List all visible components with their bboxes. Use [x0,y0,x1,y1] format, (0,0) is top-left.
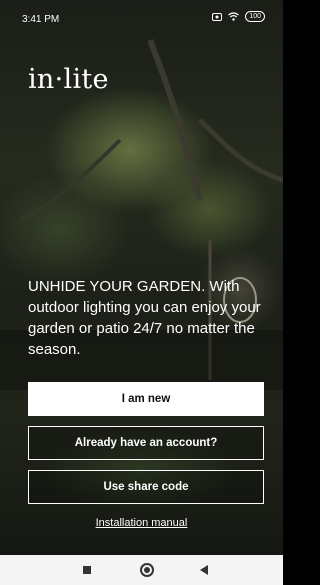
system-nav-bar [0,555,283,585]
existing-account-button[interactable]: Already have an account? [28,426,264,460]
status-icons: 100 [212,11,265,22]
i-am-new-button[interactable]: I am new [28,382,264,416]
battery-icon: 100 [245,11,265,22]
tagline-text: UNHIDE YOUR GARDEN. With outdoor lightin… [28,278,261,358]
back-icon[interactable] [200,565,208,575]
share-code-button[interactable]: Use share code [28,470,264,504]
installation-manual-link[interactable]: Installation manual [0,517,283,529]
brand-logo: in·lite [28,64,109,95]
home-icon[interactable] [140,563,154,577]
status-bar: 3:41 PM 100 [0,0,283,28]
screen-record-icon [212,12,223,21]
recent-apps-icon[interactable] [83,566,91,574]
wifi-icon [228,12,240,21]
login-screen: 3:41 PM 100 in·lite UNHIDE YOUR GARDEN. … [0,0,283,585]
status-time: 3:41 PM [22,14,60,25]
